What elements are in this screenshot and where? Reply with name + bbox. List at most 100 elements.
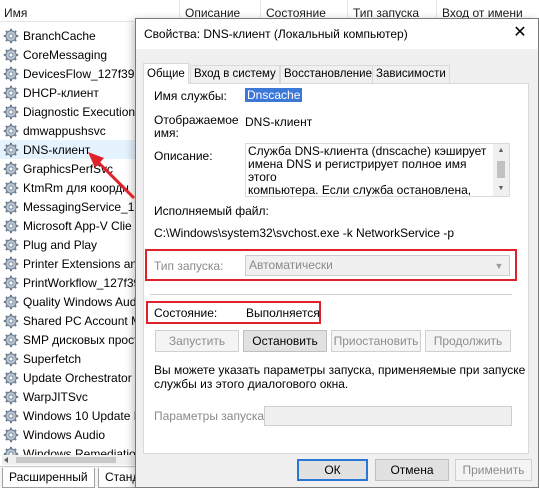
- service-row[interactable]: Quality Windows Audi: [0, 292, 140, 311]
- service-row[interactable]: Plug and Play: [0, 235, 140, 254]
- service-row[interactable]: Update Orchestrator: [0, 368, 140, 387]
- startup-type-select[interactable]: Автоматически ▼: [245, 255, 510, 276]
- description-text: Служба DNS-клиента (dnscache) кэширует им…: [248, 145, 491, 197]
- service-row[interactable]: DNS-клиент: [0, 140, 140, 159]
- service-row-name: Update Orchestrator: [23, 370, 132, 385]
- start-params-input[interactable]: [264, 406, 512, 426]
- service-row-name: GraphicsPerfSvc: [23, 161, 114, 176]
- service-row[interactable]: Superfetch: [0, 349, 140, 368]
- close-icon[interactable]: ✕: [512, 25, 528, 41]
- start-params-info-line1: Вы можете указать параметры запуска, при…: [154, 363, 526, 377]
- dialog-titlebar[interactable]: Свойства: DNS-клиент (Локальный компьюте…: [136, 19, 538, 49]
- ok-button[interactable]: ОК: [297, 459, 368, 481]
- status-value: Выполняется: [246, 306, 320, 320]
- service-row-name: DNS-клиент: [23, 142, 91, 157]
- gear-icon: [3, 370, 19, 385]
- pause-button[interactable]: Приостановить: [331, 330, 421, 352]
- service-row-name: Superfetch: [23, 351, 82, 366]
- gear-icon: [3, 218, 19, 233]
- gear-icon: [3, 199, 19, 214]
- gear-icon: [3, 104, 19, 119]
- service-row[interactable]: MessagingService_12: [0, 197, 140, 216]
- start-button[interactable]: Запустить: [155, 330, 239, 352]
- service-row[interactable]: BranchCache: [0, 26, 140, 45]
- service-row[interactable]: KtmRm для коордн: [0, 178, 140, 197]
- gear-icon: [3, 294, 19, 309]
- service-row-name: DHCP-клиент: [23, 85, 99, 100]
- start-params-label: Параметры запуска:: [154, 409, 268, 423]
- service-row[interactable]: Windows 10 Update F: [0, 406, 140, 425]
- service-row-name: WarpJITSvc: [23, 389, 88, 404]
- service-row-name: Shared PC Account M: [23, 313, 140, 328]
- service-row-name: KtmRm для коордн: [23, 180, 129, 195]
- description-line: имена DNS и регистрирует полное имя этог…: [248, 157, 467, 184]
- apply-button[interactable]: Применить: [455, 459, 532, 481]
- display-name-label: Отображаемое: [154, 113, 239, 127]
- description-label: Описание:: [154, 149, 213, 163]
- chevron-down-icon[interactable]: ▼: [492, 259, 506, 273]
- gear-icon: [3, 427, 19, 442]
- gear-icon: [3, 161, 19, 176]
- gear-icon: [3, 180, 19, 195]
- service-row-name: Windows 10 Update F: [23, 408, 140, 423]
- exe-path-value[interactable]: C:\Windows\system32\svchost.exe -k Netwo…: [154, 226, 454, 240]
- tab-dependencies[interactable]: Зависимости: [372, 65, 450, 83]
- scroll-up-icon[interactable]: ▲: [493, 145, 509, 157]
- service-row[interactable]: DHCP-клиент: [0, 83, 140, 102]
- gear-icon: [3, 237, 19, 252]
- gear-icon: [3, 275, 19, 290]
- service-row-name: dmwappushsvc: [23, 123, 106, 138]
- service-row-name: Quality Windows Audi: [23, 294, 140, 309]
- gear-icon: [3, 85, 19, 100]
- gear-icon: [3, 28, 19, 43]
- service-row-name: PrintWorkflow_127f39: [23, 275, 140, 290]
- service-name-value[interactable]: Dnscache: [245, 88, 303, 102]
- stop-button[interactable]: Остановить: [243, 330, 327, 352]
- service-row-name: Printer Extensions an: [23, 256, 138, 271]
- service-row-name: DevicesFlow_127f39: [23, 66, 135, 81]
- resume-button[interactable]: Продолжить: [425, 330, 511, 352]
- service-row-name: CoreMessaging: [23, 47, 108, 62]
- service-row[interactable]: Printer Extensions an: [0, 254, 140, 273]
- tab-log-on[interactable]: Вход в систему: [190, 65, 280, 83]
- gear-icon: [3, 123, 19, 138]
- service-row-name: Microsoft App-V Clie: [23, 218, 132, 233]
- horizontal-scrollbar[interactable]: [2, 455, 138, 465]
- dialog-title: Свойства: DNS-клиент (Локальный компьюте…: [144, 27, 408, 41]
- description-textbox[interactable]: Служба DNS-клиента (dnscache) кэширует им…: [245, 143, 510, 197]
- service-row[interactable]: Diagnostic Execution: [0, 102, 140, 121]
- scroll-down-icon[interactable]: ▼: [493, 183, 509, 195]
- gear-icon: [3, 142, 19, 157]
- service-row-name: Diagnostic Execution: [23, 104, 136, 119]
- service-row-name: Plug and Play: [23, 237, 98, 252]
- gear-icon: [3, 313, 19, 328]
- gear-icon: [3, 47, 19, 62]
- startup-type-value: Автоматически: [249, 258, 333, 272]
- cancel-button[interactable]: Отмена: [375, 459, 449, 481]
- display-name-value[interactable]: DNS-клиент: [245, 115, 312, 129]
- service-row[interactable]: WarpJITSvc: [0, 387, 140, 406]
- service-row[interactable]: PrintWorkflow_127f39: [0, 273, 140, 292]
- service-row[interactable]: GraphicsPerfSvc: [0, 159, 140, 178]
- service-row-name: Windows Audio: [23, 427, 106, 442]
- separator: [150, 294, 512, 295]
- service-row[interactable]: dmwappushsvc: [0, 121, 140, 140]
- services-list: BranchCache CoreMessaging DevicesFlow_127f…: [0, 26, 140, 463]
- tab-general[interactable]: Общие: [143, 63, 189, 84]
- startup-type-label: Тип запуска:: [154, 259, 224, 273]
- service-row[interactable]: SMP дисковых прост: [0, 330, 140, 349]
- tab-extended[interactable]: Расширенный: [2, 468, 95, 488]
- description-scrollbar[interactable]: ▲ ▼: [493, 144, 509, 196]
- service-row[interactable]: CoreMessaging: [0, 45, 140, 64]
- gear-icon: [3, 256, 19, 271]
- service-row[interactable]: Windows Audio: [0, 425, 140, 444]
- gear-icon: [3, 351, 19, 366]
- service-row-name: MessagingService_12: [23, 199, 140, 214]
- service-row[interactable]: Shared PC Account M: [0, 311, 140, 330]
- gear-icon: [3, 66, 19, 81]
- service-name-label: Имя службы:: [154, 89, 227, 103]
- service-row[interactable]: Microsoft App-V Clie: [0, 216, 140, 235]
- scroll-thumb[interactable]: [497, 161, 505, 178]
- tab-recovery[interactable]: Восстановление: [280, 65, 376, 83]
- service-row[interactable]: DevicesFlow_127f39: [0, 64, 140, 83]
